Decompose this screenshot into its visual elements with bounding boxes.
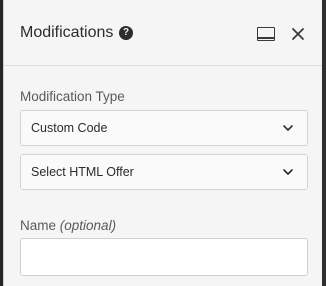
dock-panel-icon[interactable] bbox=[257, 27, 275, 41]
right-edge-strip bbox=[322, 0, 326, 286]
modification-type-select[interactable]: Custom Code bbox=[20, 110, 308, 146]
modifications-window: Modifications ? Modification Type Custom… bbox=[0, 0, 326, 286]
panel-header: Modifications ? bbox=[4, 0, 322, 66]
modification-type-label: Modification Type bbox=[20, 89, 125, 104]
panel-title: Modifications bbox=[20, 24, 114, 41]
modifications-panel: Modifications ? Modification Type Custom… bbox=[3, 0, 322, 286]
name-label-text: Name bbox=[20, 218, 57, 233]
modification-type-value: Custom Code bbox=[31, 121, 108, 135]
chevron-down-icon bbox=[283, 125, 293, 131]
name-input[interactable] bbox=[20, 238, 308, 276]
html-offer-value: Select HTML Offer bbox=[31, 165, 134, 179]
name-field-label: Name (optional) bbox=[20, 218, 116, 233]
close-icon[interactable] bbox=[290, 26, 306, 42]
chevron-down-icon bbox=[283, 169, 293, 175]
question-circle-icon[interactable]: ? bbox=[119, 26, 133, 40]
optional-hint: (optional) bbox=[59, 218, 117, 233]
html-offer-select[interactable]: Select HTML Offer bbox=[20, 154, 308, 190]
